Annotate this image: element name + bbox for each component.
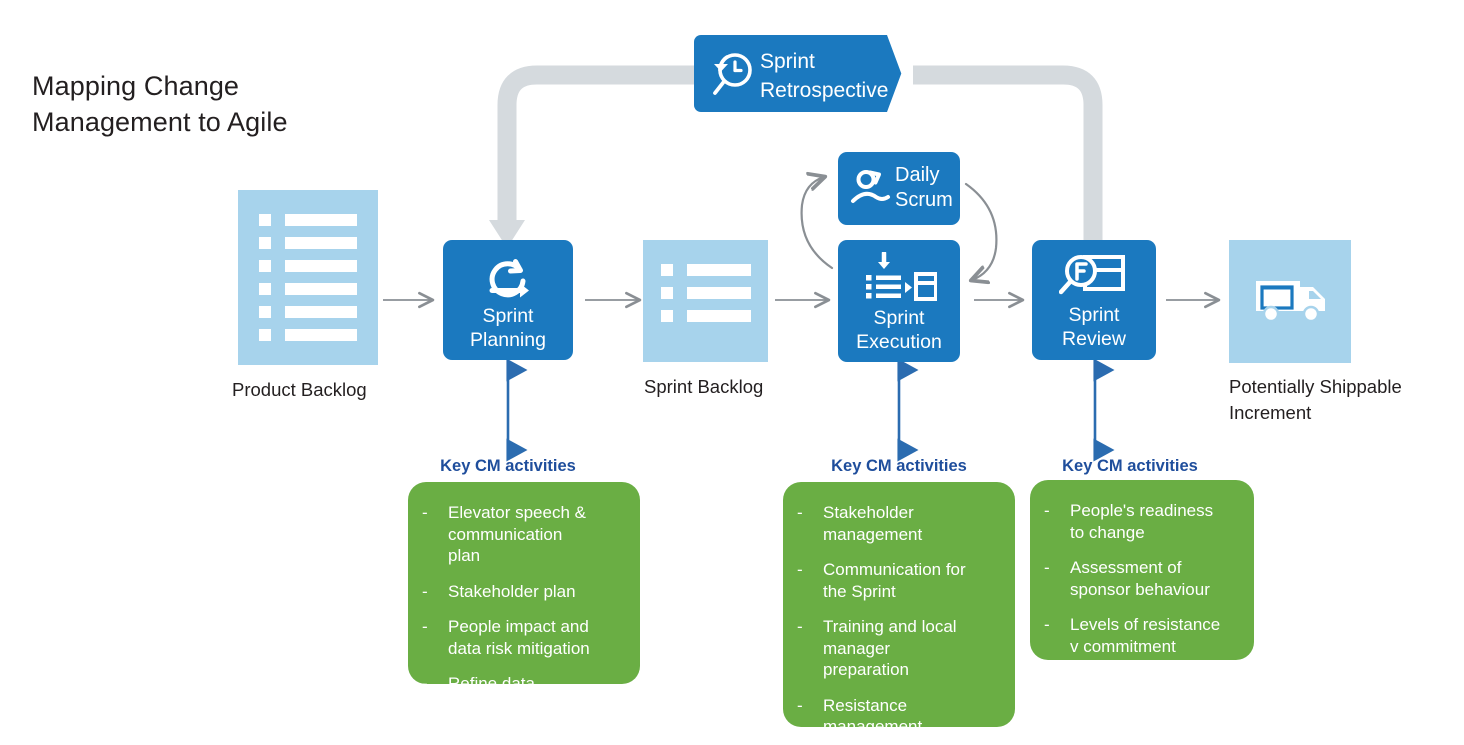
sprint-backlog-tile <box>643 240 768 362</box>
cm-list-item: - Resistance management <box>797 695 999 738</box>
bullet-dash: - <box>422 503 428 522</box>
diagram-canvas: Mapping Change Management to Agile Produ… <box>0 0 1464 745</box>
cm-item-text: Refine data <box>448 674 535 693</box>
product-backlog-tile <box>238 190 378 365</box>
product-backlog-caption: Product Backlog <box>232 379 367 400</box>
sprint-review-box[interactable]: Sprint Review <box>1032 240 1156 360</box>
bullet-dash: - <box>797 560 803 579</box>
cm-list-item: - Stakeholder management <box>797 502 999 545</box>
cm-list-item: - Assessment of sponsor behaviour <box>1044 557 1238 600</box>
sprint-execution-label: Sprint Execution <box>856 307 942 353</box>
bullet-dash: - <box>1044 558 1050 577</box>
sprint-review-label: Sprint Review <box>1062 304 1126 350</box>
cm-list-item: - Refine data <box>422 673 624 695</box>
cm-list-item: - Communication for the Sprint <box>797 559 999 602</box>
daily-scrum-label: Daily Scrum <box>895 164 953 211</box>
bullet-dash: - <box>797 617 803 636</box>
clock-rewind-icon <box>707 48 759 100</box>
daily-scrum-box[interactable]: Daily Scrum <box>838 152 960 225</box>
cm-item-text: Stakeholder management <box>823 503 923 544</box>
list-to-board-icon <box>863 250 938 308</box>
bullet-dash: - <box>422 674 428 693</box>
shippable-increment-caption: Potentially Shippable Increment <box>1229 376 1402 423</box>
cm-heading-execution: Key CM activities <box>831 457 967 475</box>
bullet-dash: - <box>422 581 428 601</box>
ribbon-notch <box>887 35 913 112</box>
cm-list-item: - Elevator speech & communication plan <box>422 502 624 567</box>
refresh-cycle-arrow-icon <box>482 254 536 304</box>
cm-item-text: People's readiness to change <box>1070 501 1214 542</box>
cm-card-execution: - Stakeholder management - Communication… <box>783 482 1015 736</box>
shippable-increment-tile <box>1229 240 1351 363</box>
sprint-retrospective-box[interactable]: Sprint Retrospective <box>694 35 913 112</box>
sprint-planning-box[interactable]: Sprint Planning <box>443 240 573 360</box>
cm-item-text: Assessment of sponsor behaviour <box>1070 558 1210 599</box>
cm-item-text: Levels of resistance v commitment <box>1070 615 1221 656</box>
bullet-dash: - <box>422 617 428 636</box>
cm-list-item: - Training and local manager preparation <box>797 616 999 681</box>
cm-heading-planning: Key CM activities <box>440 457 576 475</box>
cm-list-item: - Stakeholder plan <box>422 581 624 603</box>
bullet-dash: - <box>797 695 803 715</box>
cm-item-text: Training and local manager preparation <box>823 617 957 679</box>
sprint-planning-label: Sprint Planning <box>470 305 546 351</box>
cm-item-text: Elevator speech & communication plan <box>448 503 586 565</box>
list-document-icon <box>238 190 378 365</box>
bullet-dash: - <box>1044 615 1050 634</box>
bullet-dash: - <box>1044 501 1050 520</box>
person-cycle-icon <box>848 166 894 210</box>
cm-card-review: - People's readiness to change - Assessm… <box>1030 480 1254 660</box>
sprint-execution-box[interactable]: Sprint Execution <box>838 240 960 362</box>
cm-item-text: Stakeholder plan <box>448 581 576 601</box>
cm-item-text: Resistance management <box>823 695 923 737</box>
bullet-dash: - <box>797 503 803 522</box>
magnifier-board-icon <box>1058 253 1131 305</box>
list-document-icon <box>643 240 768 362</box>
cm-list-item: - People's readiness to change <box>1044 500 1238 543</box>
cm-heading-review: Key CM activities <box>1062 457 1198 475</box>
cm-item-text: Communication for the Sprint <box>823 560 966 601</box>
sprint-retrospective-label: Sprint Retrospective <box>760 50 889 102</box>
cm-item-text: People impact and data risk mitigation <box>448 617 590 658</box>
cm-list-item: - People impact and data risk mitigation <box>422 616 624 659</box>
page-title: Mapping Change Management to Agile <box>32 71 288 137</box>
cm-list-item: - Levels of resistance v commitment <box>1044 614 1238 657</box>
cm-card-planning: - Elevator speech & communication plan -… <box>408 482 640 693</box>
delivery-truck-icon <box>1253 273 1331 329</box>
sprint-backlog-caption: Sprint Backlog <box>644 376 764 397</box>
